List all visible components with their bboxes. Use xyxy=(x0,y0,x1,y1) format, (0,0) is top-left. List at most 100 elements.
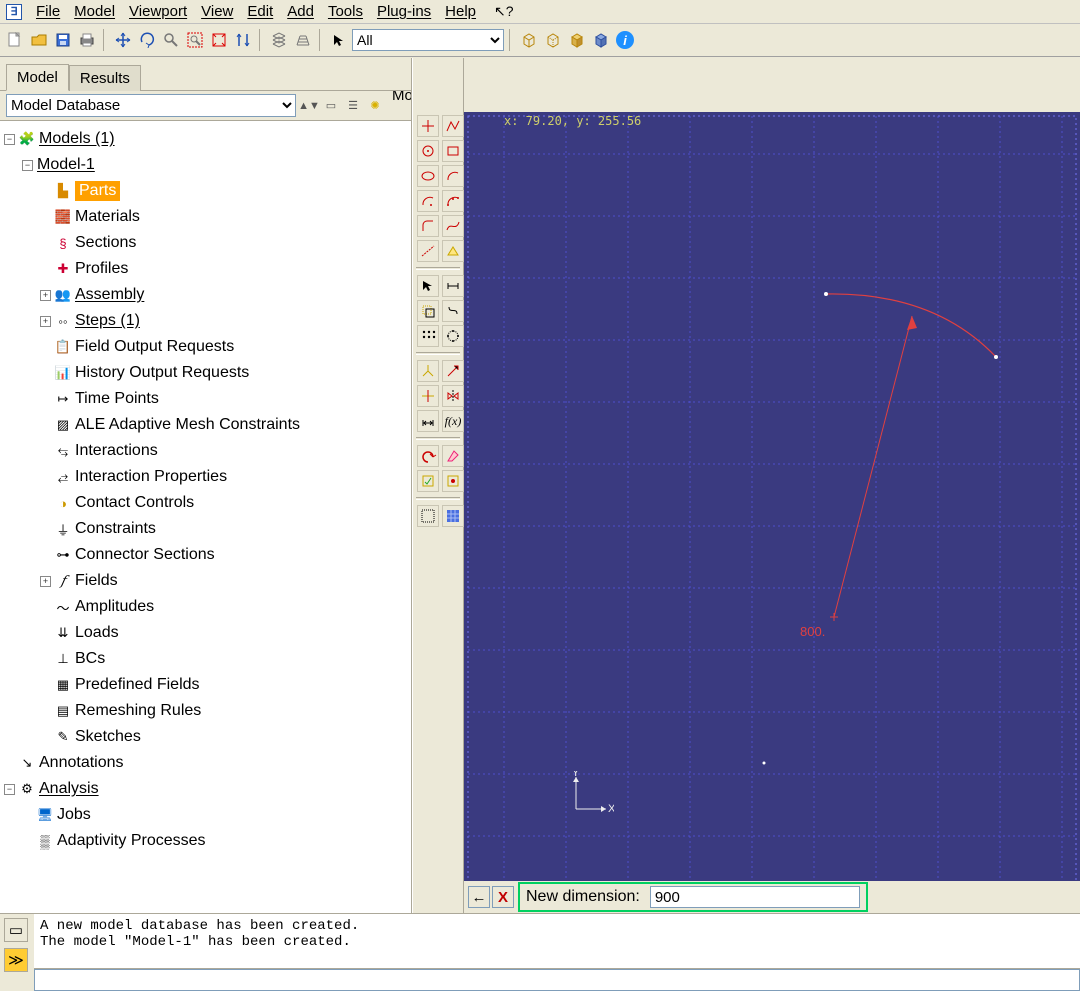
print-button[interactable] xyxy=(76,29,98,51)
grid-persp-button[interactable] xyxy=(292,29,314,51)
grid-iso-button[interactable] xyxy=(268,29,290,51)
tree-constraints[interactable]: ⏚Constraints xyxy=(0,516,411,542)
tool-mirror[interactable] xyxy=(442,385,464,407)
prompt-cancel-button[interactable]: X xyxy=(492,886,514,908)
tool-circular-pattern[interactable] xyxy=(442,325,464,347)
select-arrow-button[interactable] xyxy=(328,29,350,51)
tool-spline[interactable] xyxy=(442,215,464,237)
tree-annotations[interactable]: ↘Annotations xyxy=(0,750,411,776)
tree-jobs[interactable]: 🖥Jobs xyxy=(0,802,411,828)
shaded-edges-button[interactable] xyxy=(590,29,612,51)
tool-drag[interactable] xyxy=(442,300,464,322)
tree-remesh-rules[interactable]: ▤Remeshing Rules xyxy=(0,698,411,724)
tree-sketches[interactable]: ✎Sketches xyxy=(0,724,411,750)
tree-profiles[interactable]: ✚Profiles xyxy=(0,256,411,282)
tool-sketch-save[interactable] xyxy=(417,470,439,492)
prompt-back-button[interactable]: ← xyxy=(468,886,490,908)
db-card-icon[interactable]: ▭ xyxy=(322,97,340,115)
tool-constraint-dim[interactable] xyxy=(442,275,464,297)
tool-delete[interactable] xyxy=(442,445,464,467)
cli-toggle-button[interactable]: ≫ xyxy=(4,948,28,972)
tool-ellipse[interactable] xyxy=(417,165,439,187)
model-tree[interactable]: −🧩Models (1) −Model-1 ▙Parts 🧱Materials … xyxy=(0,121,411,913)
tree-amplitudes[interactable]: 〜Amplitudes xyxy=(0,594,411,620)
tree-adaptivity[interactable]: ▒Adaptivity Processes xyxy=(0,828,411,854)
tree-ale[interactable]: ▨ALE Adaptive Mesh Constraints xyxy=(0,412,411,438)
open-file-button[interactable] xyxy=(28,29,50,51)
tool-reset-view[interactable] xyxy=(417,505,439,527)
tool-arc-center[interactable] xyxy=(417,190,439,212)
tree-field-output[interactable]: 📋Field Output Requests xyxy=(0,334,411,360)
zoom-button[interactable] xyxy=(160,29,182,51)
tool-select[interactable] xyxy=(417,275,439,297)
tool-sketch-options[interactable] xyxy=(442,470,464,492)
shaded-button[interactable] xyxy=(566,29,588,51)
tab-results[interactable]: Results xyxy=(69,65,141,91)
tree-interaction-props[interactable]: ⥄Interaction Properties xyxy=(0,464,411,490)
context-help-icon[interactable]: ↖? xyxy=(494,3,514,20)
tree-predef-fields[interactable]: ▦Predefined Fields xyxy=(0,672,411,698)
tool-polyline[interactable] xyxy=(442,115,464,137)
rotate-button[interactable] xyxy=(136,29,158,51)
tree-model-1[interactable]: −Model-1 xyxy=(0,152,411,178)
cli-input[interactable] xyxy=(34,969,1080,991)
tree-assembly[interactable]: +👥Assembly xyxy=(0,282,411,308)
tree-analysis[interactable]: −⚙Analysis xyxy=(0,776,411,802)
tool-undo[interactable] xyxy=(417,445,439,467)
tree-parts[interactable]: ▙Parts xyxy=(0,178,411,204)
db-updown-icon[interactable]: ▲▼ xyxy=(300,97,318,115)
cycle-views-button[interactable] xyxy=(232,29,254,51)
menu-plugins[interactable]: Plug-ins xyxy=(377,3,431,20)
tree-steps[interactable]: +◦◦Steps (1) xyxy=(0,308,411,334)
fit-view-button[interactable] xyxy=(208,29,230,51)
db-bulb-icon[interactable]: ✺ xyxy=(366,97,384,115)
tool-trim[interactable] xyxy=(417,360,439,382)
pan-button[interactable] xyxy=(112,29,134,51)
tree-models-root[interactable]: −🧩Models (1) xyxy=(0,126,411,152)
db-select[interactable]: Model Database xyxy=(6,94,296,117)
menu-add[interactable]: Add xyxy=(287,3,314,20)
display-filter-select[interactable]: All xyxy=(352,29,504,51)
tool-fillet[interactable] xyxy=(417,215,439,237)
menu-view[interactable]: View xyxy=(201,3,233,20)
menu-model[interactable]: Model xyxy=(74,3,115,20)
tool-circle[interactable] xyxy=(417,140,439,162)
menu-viewport[interactable]: Viewport xyxy=(129,3,187,20)
tool-linear-dim[interactable] xyxy=(417,410,439,432)
tree-connector-sections[interactable]: ⊶Connector Sections xyxy=(0,542,411,568)
tree-contact-controls[interactable]: ◑Contact Controls xyxy=(0,490,411,516)
wireframe-button[interactable] xyxy=(518,29,540,51)
db-filter-icon[interactable]: ☰ xyxy=(344,97,362,115)
info-button[interactable]: i xyxy=(614,29,636,51)
tree-materials[interactable]: 🧱Materials xyxy=(0,204,411,230)
tool-parameter[interactable]: f(x) xyxy=(442,410,464,432)
tool-construction-line[interactable] xyxy=(417,240,439,262)
hidden-line-button[interactable] xyxy=(542,29,564,51)
new-file-button[interactable] xyxy=(4,29,26,51)
save-button[interactable] xyxy=(52,29,74,51)
sketch-canvas[interactable]: x: 79.20, y: 255.56 800. xyxy=(464,112,1080,881)
tool-offset[interactable] xyxy=(417,300,439,322)
tree-bcs[interactable]: ⊥BCs xyxy=(0,646,411,672)
tree-loads[interactable]: ⇊Loads xyxy=(0,620,411,646)
menu-edit[interactable]: Edit xyxy=(247,3,273,20)
tab-model[interactable]: Model xyxy=(6,64,69,91)
zoom-box-button[interactable] xyxy=(184,29,206,51)
tree-time-points[interactable]: ↦Time Points xyxy=(0,386,411,412)
tool-point[interactable] xyxy=(417,115,439,137)
menu-file[interactable]: File xyxy=(36,3,60,20)
tree-sections[interactable]: §Sections xyxy=(0,230,411,256)
tool-pattern[interactable] xyxy=(417,325,439,347)
tool-rectangle[interactable] xyxy=(442,140,464,162)
tree-fields[interactable]: +𝑓Fields xyxy=(0,568,411,594)
tool-project[interactable] xyxy=(442,240,464,262)
menu-tools[interactable]: Tools xyxy=(328,3,363,20)
tool-arc-3pt[interactable] xyxy=(442,190,464,212)
tool-split[interactable] xyxy=(417,385,439,407)
tool-extend[interactable] xyxy=(442,360,464,382)
tree-history-output[interactable]: 📊History Output Requests xyxy=(0,360,411,386)
tool-arc-tangent[interactable] xyxy=(442,165,464,187)
dimension-input[interactable] xyxy=(650,886,860,908)
message-info-button[interactable]: ▭ xyxy=(4,918,28,942)
tool-grid-options[interactable] xyxy=(442,505,464,527)
